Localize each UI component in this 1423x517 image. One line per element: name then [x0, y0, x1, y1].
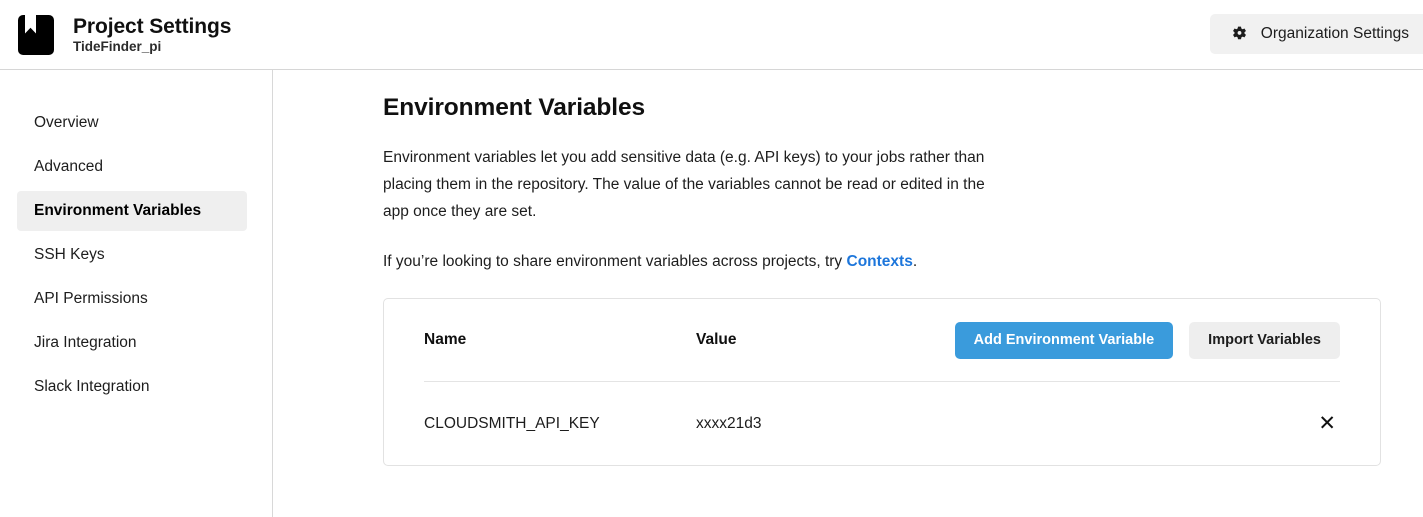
gear-icon	[1232, 26, 1246, 39]
organization-settings-button[interactable]: Organization Settings	[1209, 14, 1423, 54]
close-icon[interactable]: ✕	[1312, 409, 1342, 438]
sidebar-item-slack-integration[interactable]: Slack Integration	[17, 367, 247, 407]
project-name: TideFinder_pi	[73, 39, 162, 55]
brand-block: Project Settings TideFinder_pi	[18, 14, 231, 55]
column-header-name: Name	[424, 331, 467, 348]
import-variables-button[interactable]: Import Variables	[1189, 321, 1340, 359]
add-environment-variable-button[interactable]: Add Environment Variable	[954, 321, 1174, 359]
section-title: Environment Variables	[383, 94, 646, 121]
page-title: Project Settings	[73, 14, 232, 38]
bookmark-icon	[18, 14, 54, 55]
app-header: Project Settings TideFinder_pi Organizat…	[0, 0, 1423, 70]
settings-sidebar: Overview Advanced Environment Variables …	[0, 70, 273, 517]
sidebar-item-advanced[interactable]: Advanced	[17, 147, 247, 187]
intro-paragraph: Environment variables let you add sensit…	[383, 149, 985, 220]
column-header-value: Value	[696, 331, 737, 348]
sidebar-item-overview[interactable]: Overview	[17, 103, 247, 143]
environment-variables-card: Name Value Add Environment Variable Impo…	[383, 298, 1381, 466]
contexts-text-before: If you’re looking to share environment v…	[383, 253, 847, 270]
sidebar-item-jira-integration[interactable]: Jira Integration	[17, 323, 247, 363]
brand-text: Project Settings TideFinder_pi	[73, 15, 231, 55]
variable-name: CLOUDSMITH_API_KEY	[424, 414, 600, 432]
contexts-paragraph: If you’re looking to share environment v…	[383, 248, 1381, 275]
sidebar-item-api-permissions[interactable]: API Permissions	[17, 279, 247, 319]
sidebar-item-environment-variables[interactable]: Environment Variables	[17, 191, 247, 231]
body-wrapper: Overview Advanced Environment Variables …	[0, 70, 1423, 517]
card-actions: Add Environment Variable Import Variable…	[954, 321, 1340, 359]
organization-settings-label: Organization Settings	[1260, 25, 1409, 42]
table-row: CLOUDSMITH_API_KEY xxxx21d3 ✕	[424, 382, 1340, 465]
variables-table-header: Name Value Add Environment Variable Impo…	[424, 299, 1340, 382]
sidebar-item-ssh-keys[interactable]: SSH Keys	[17, 235, 247, 275]
variable-value: xxxx21d3	[696, 414, 762, 432]
main-content: Environment Variables Environment variab…	[273, 70, 1423, 517]
contexts-text-after: .	[912, 253, 918, 270]
contexts-link[interactable]: Contexts	[847, 253, 913, 270]
